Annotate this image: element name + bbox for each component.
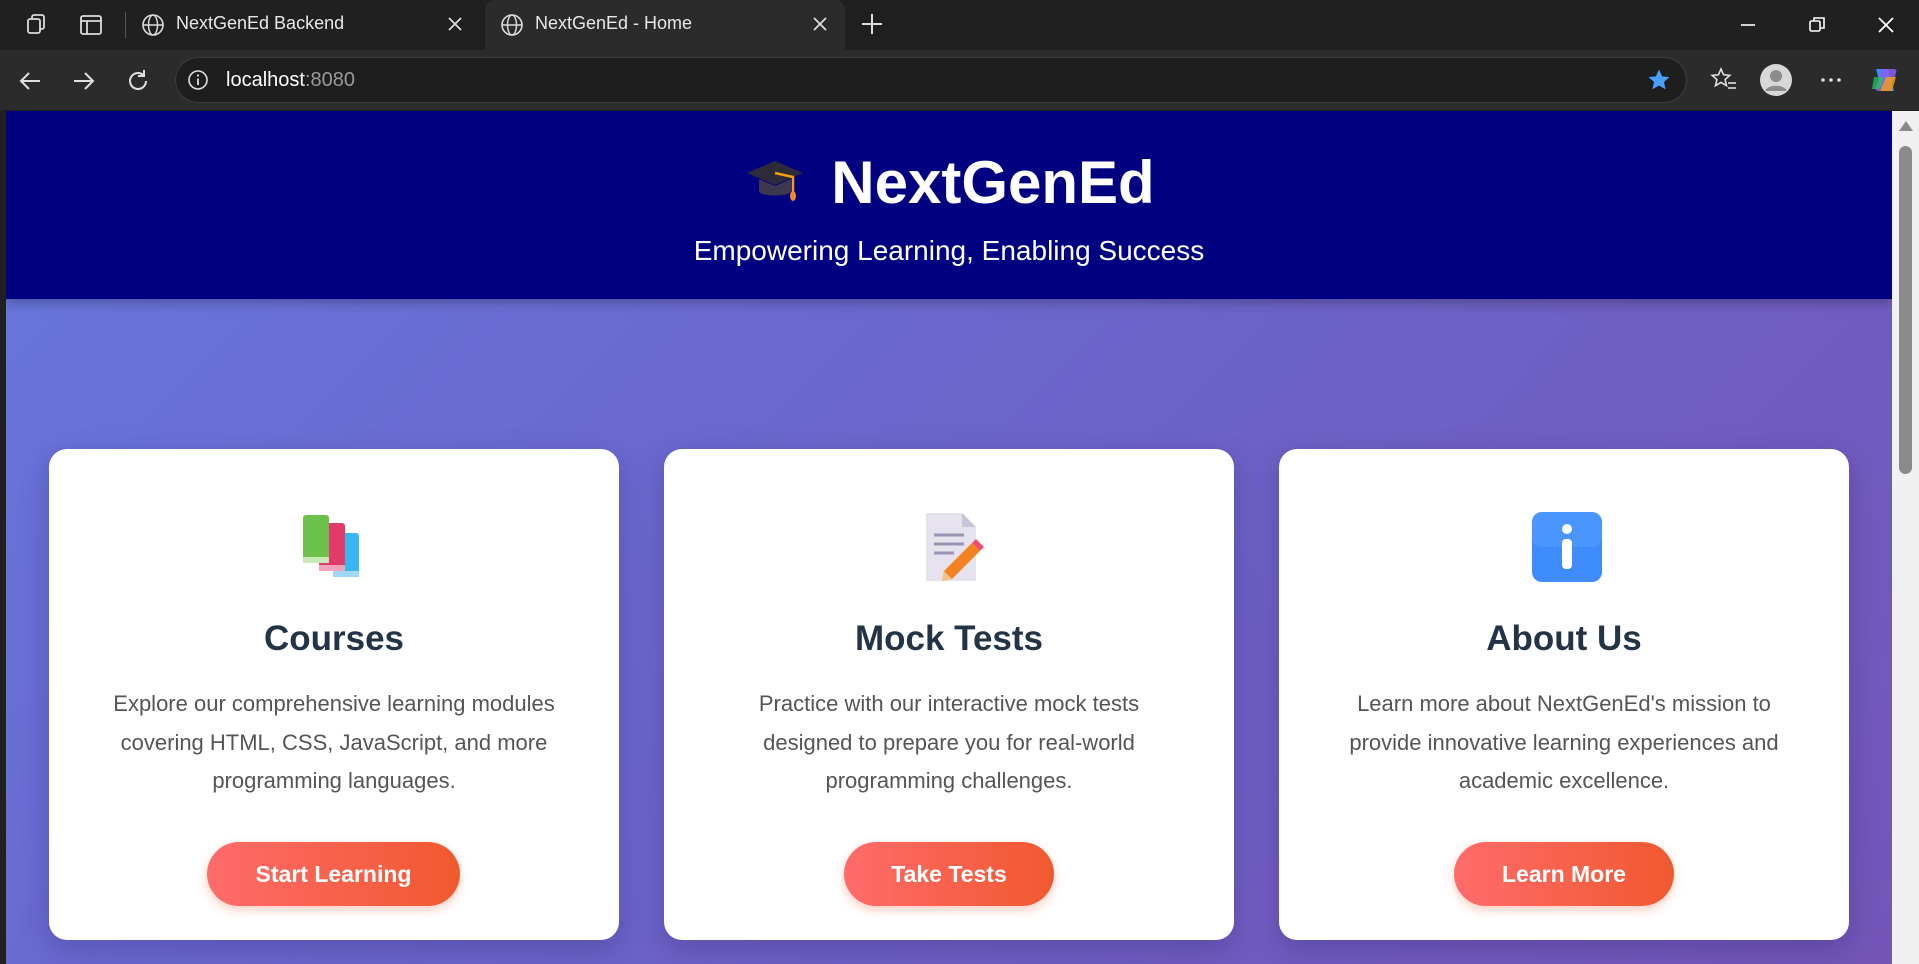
about-us-card: About Us Learn more about NextGenEd's mi… bbox=[1279, 449, 1849, 940]
books-icon bbox=[303, 515, 359, 577]
browser-tab-bar: NextGenEd Backend NextGenEd - Home bbox=[0, 0, 1919, 50]
globe-icon bbox=[142, 14, 164, 36]
page-scrollbar[interactable] bbox=[1892, 111, 1919, 964]
close-icon[interactable] bbox=[809, 13, 831, 35]
card-description: Learn more about NextGenEd's mission to … bbox=[1349, 691, 1779, 793]
url-text: localhost:8080 bbox=[226, 69, 355, 92]
tab-title: NextGenEd Backend bbox=[176, 13, 345, 33]
workspaces-icon[interactable] bbox=[22, 11, 50, 39]
minimize-icon[interactable] bbox=[1733, 10, 1763, 40]
url-port: :8080 bbox=[304, 69, 355, 91]
web-page: NextGenEd Empowering Learning, Enabling … bbox=[6, 111, 1892, 964]
forward-icon[interactable] bbox=[68, 65, 100, 97]
brand-name: NextGenEd bbox=[831, 149, 1155, 216]
browser-toolbar: localhost:8080 bbox=[0, 50, 1919, 110]
new-tab-icon[interactable] bbox=[858, 10, 886, 38]
tab-actions-icon[interactable] bbox=[77, 11, 105, 39]
graduation-cap-icon bbox=[747, 161, 804, 201]
url-host: localhost bbox=[226, 69, 305, 91]
favorite-star-icon[interactable] bbox=[1646, 67, 1672, 93]
mock-tests-card: Mock Tests Practice with our interactive… bbox=[664, 449, 1234, 940]
favorites-icon[interactable] bbox=[1707, 63, 1741, 97]
card-description: Practice with our interactive mock tests… bbox=[758, 691, 1140, 793]
start-learning-button[interactable]: Start Learning bbox=[207, 842, 460, 906]
refresh-icon[interactable] bbox=[122, 65, 154, 97]
close-icon[interactable] bbox=[444, 13, 466, 35]
card-title: Mock Tests bbox=[854, 619, 1044, 658]
globe-icon bbox=[501, 14, 523, 36]
tab-nextgened-home[interactable]: NextGenEd - Home bbox=[485, 0, 845, 50]
brand: NextGenEd bbox=[6, 147, 1892, 217]
card-title: Courses bbox=[263, 619, 405, 658]
courses-card: Courses Explore our comprehensive learni… bbox=[49, 449, 619, 940]
more-options-icon[interactable] bbox=[1814, 63, 1848, 97]
scrollbar-thumb[interactable] bbox=[1899, 146, 1912, 474]
tab-nextgened-backend[interactable]: NextGenEd Backend bbox=[126, 0, 480, 50]
restore-icon[interactable] bbox=[1802, 10, 1832, 40]
site-header: NextGenEd Empowering Learning, Enabling … bbox=[6, 111, 1892, 299]
memo-icon bbox=[926, 513, 984, 581]
profile-avatar-icon[interactable] bbox=[1759, 63, 1793, 97]
tab-title: NextGenEd - Home bbox=[535, 13, 693, 33]
tagline: Empowering Learning, Enabling Success bbox=[693, 235, 1205, 266]
learn-more-button[interactable]: Learn More bbox=[1454, 842, 1674, 906]
back-icon[interactable] bbox=[14, 65, 46, 97]
close-window-icon[interactable] bbox=[1871, 10, 1901, 40]
scroll-up-icon[interactable] bbox=[1899, 121, 1913, 131]
card-description: Explore our comprehensive learning modul… bbox=[113, 691, 555, 793]
copilot-icon[interactable] bbox=[1868, 63, 1902, 97]
card-title: About Us bbox=[1486, 619, 1642, 658]
take-tests-button[interactable]: Take Tests bbox=[844, 842, 1054, 906]
site-info-icon[interactable] bbox=[186, 68, 210, 92]
address-bar[interactable]: localhost:8080 bbox=[175, 57, 1687, 103]
information-icon bbox=[1532, 512, 1602, 582]
